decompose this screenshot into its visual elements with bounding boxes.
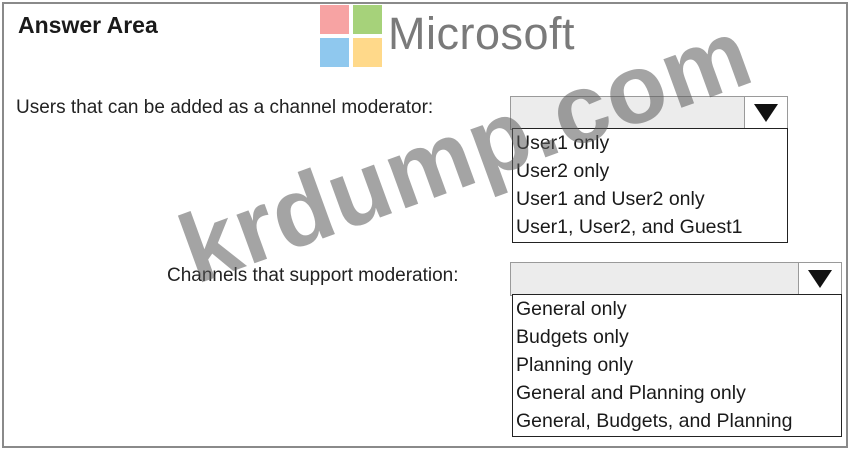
- option-user1-user2-guest1[interactable]: User1, User2, and Guest1: [513, 213, 787, 241]
- option-user1-user2-only[interactable]: User1 and User2 only: [513, 185, 787, 213]
- logo-square-blue: [320, 38, 349, 67]
- options-list-channels: General only Budgets only Planning only …: [512, 294, 842, 437]
- brand-name: Microsoft: [388, 8, 576, 59]
- logo-square-green: [353, 5, 382, 34]
- logo-square-red: [320, 5, 349, 34]
- logo-square-yellow: [353, 38, 382, 67]
- option-general-only[interactable]: General only: [513, 295, 841, 323]
- question-label-channels: Channels that support moderation:: [167, 265, 459, 286]
- option-general-budgets-planning[interactable]: General, Budgets, and Planning: [513, 407, 841, 435]
- option-general-planning-only[interactable]: General and Planning only: [513, 379, 841, 407]
- options-list-moderator: User1 only User2 only User1 and User2 on…: [512, 128, 788, 243]
- answer-area-title: Answer Area: [18, 12, 158, 38]
- option-user2-only[interactable]: User2 only: [513, 157, 787, 185]
- option-user1-only[interactable]: User1 only: [513, 129, 787, 157]
- option-planning-only[interactable]: Planning only: [513, 351, 841, 379]
- option-budgets-only[interactable]: Budgets only: [513, 323, 841, 351]
- dropdown-channels-toggle[interactable]: [798, 263, 841, 295]
- microsoft-logo-icon: [320, 5, 382, 67]
- question-label-moderator: Users that can be added as a channel mod…: [16, 97, 434, 118]
- dropdown-channels[interactable]: [510, 262, 842, 296]
- dropdown-moderator[interactable]: [510, 96, 788, 130]
- chevron-down-icon: [808, 270, 832, 288]
- dropdown-moderator-toggle[interactable]: [744, 97, 787, 129]
- chevron-down-icon: [754, 104, 778, 122]
